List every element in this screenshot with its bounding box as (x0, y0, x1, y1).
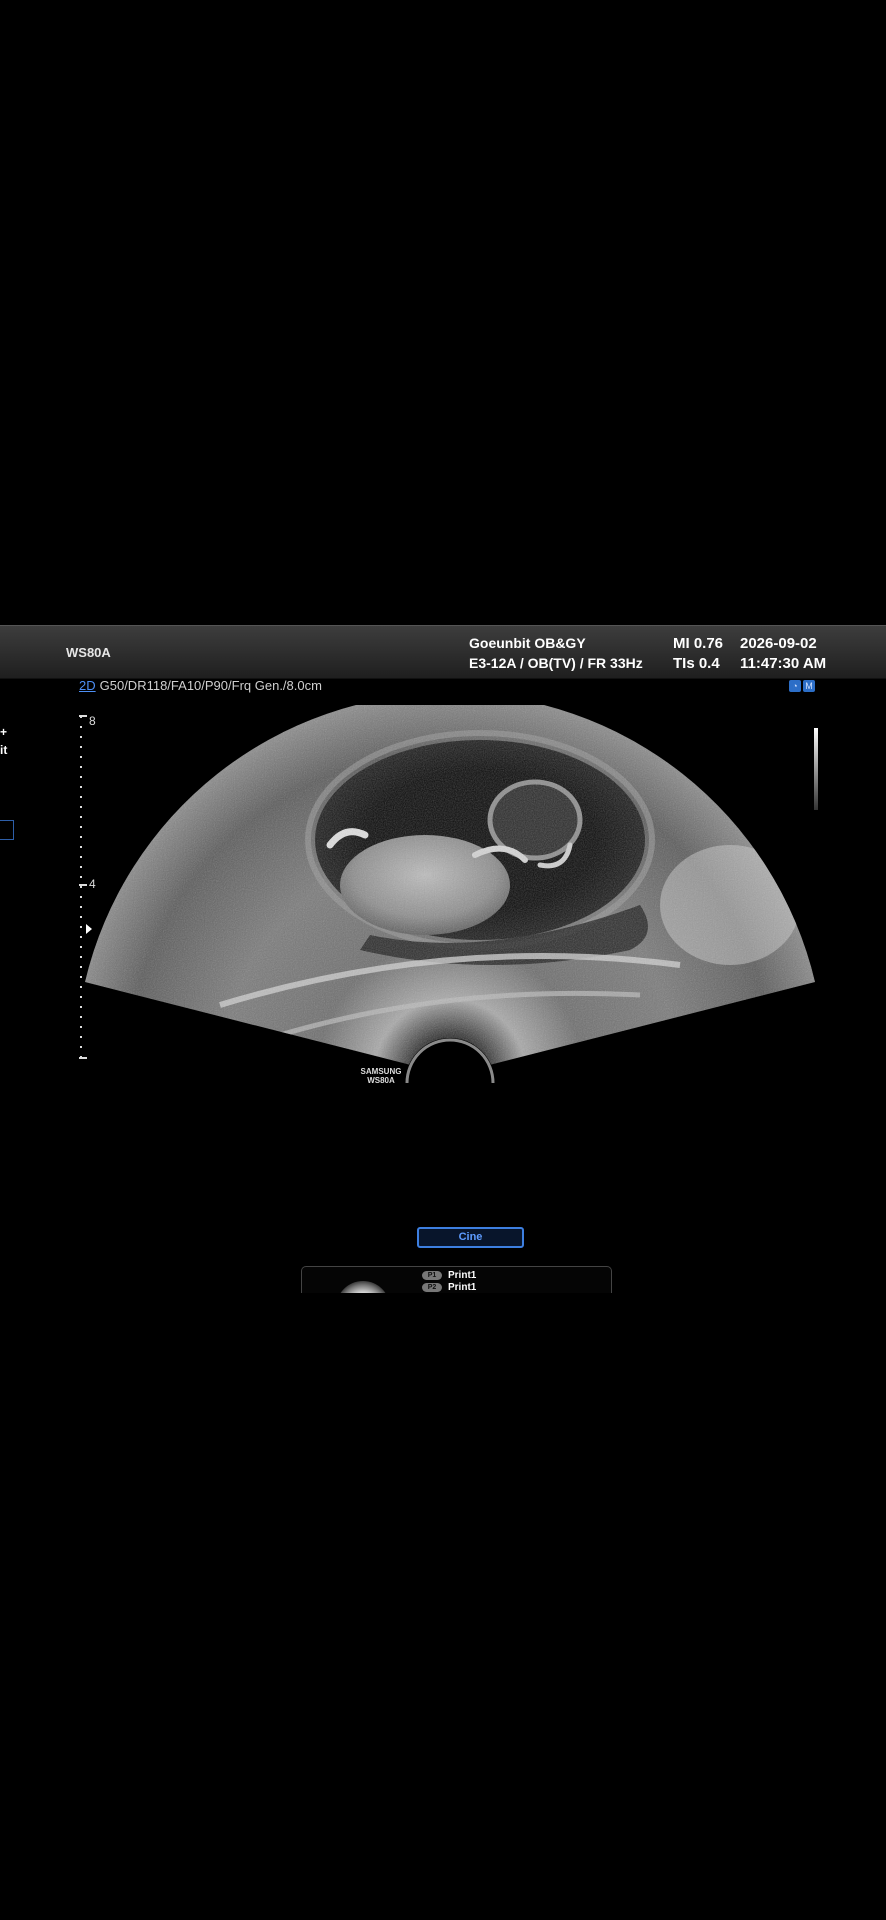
exam-date: 2026-09-02 (740, 635, 817, 652)
device-name: WS80A (66, 645, 111, 660)
left-panel-clipped-text: + (0, 725, 8, 739)
hospital-name: Goeunbit OB&GY (469, 635, 586, 651)
p2-key-icon: P2 (422, 1283, 442, 1292)
m-mode-icon[interactable]: M (803, 680, 815, 692)
print-panel: P1 Print1 P2 Print1 (301, 1266, 612, 1293)
parameter-values: G50/DR118/FA10/P90/Frq Gen./8.0cm (99, 678, 322, 693)
print2-shortcut[interactable]: P2 Print1 (422, 1282, 476, 1293)
p1-key-icon: P1 (422, 1271, 442, 1280)
mode-label[interactable]: 2D (79, 678, 96, 693)
thermal-index: TIs 0.4 (673, 655, 720, 672)
probe-mode-icon[interactable]: ◔ (789, 680, 801, 692)
print1-shortcut[interactable]: P1 Print1 (422, 1270, 476, 1281)
imaging-parameters: 2D G50/DR118/FA10/P90/Frq Gen./8.0cm (79, 678, 322, 693)
cine-button[interactable]: Cine (417, 1227, 524, 1248)
probe-preset-info: E3-12A / OB(TV) / FR 33Hz (469, 655, 643, 671)
exam-time: 11:47:30 AM (740, 655, 827, 672)
print2-label: Print1 (448, 1282, 477, 1293)
print1-label: Print1 (448, 1270, 477, 1281)
probe-knob-icon (336, 1281, 390, 1293)
status-header-bar: WS80A Goeunbit OB&GY E3-12A / OB(TV) / F… (0, 625, 886, 679)
probe-model-label: WS80A (367, 1076, 395, 1085)
left-panel-clipped-text: it (0, 743, 8, 757)
ultrasound-image[interactable] (80, 705, 820, 1085)
probe-brand-label: SAMSUNG (360, 1067, 402, 1076)
left-panel-clipped-box (0, 820, 14, 840)
mode-icons: ◔ M (789, 680, 815, 692)
mechanical-index: MI 0.76 (673, 635, 724, 652)
